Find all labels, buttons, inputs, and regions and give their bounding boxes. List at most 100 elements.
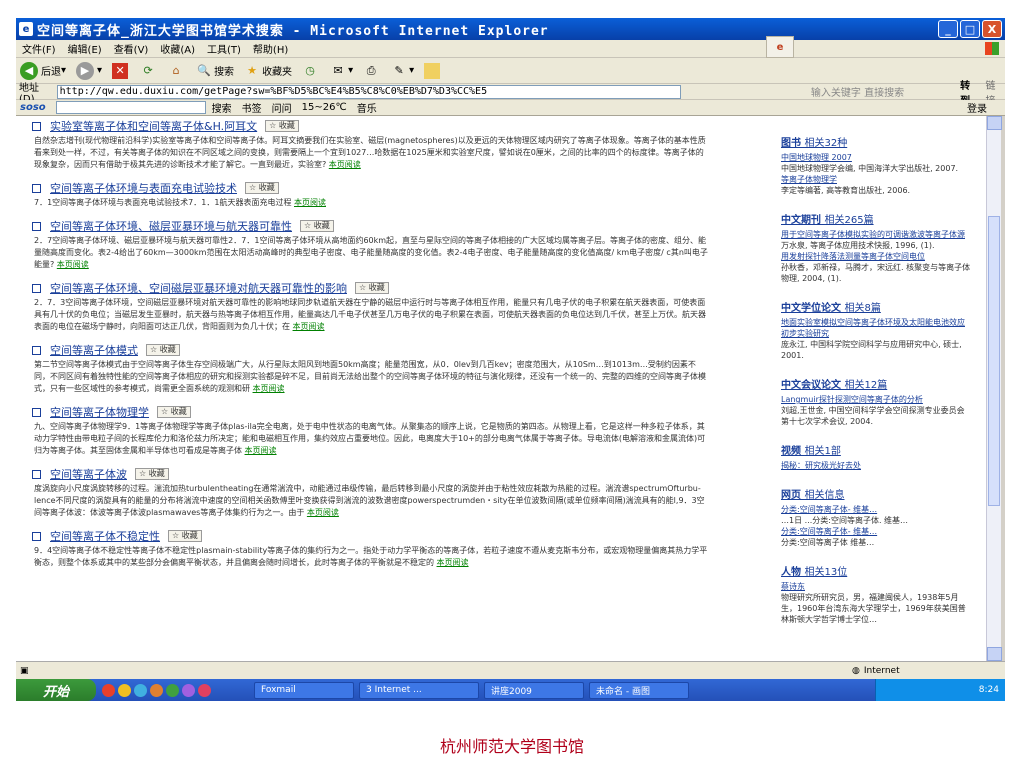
- task-paint[interactable]: 未命名 - 画图: [589, 681, 689, 699]
- sidebar-item-link[interactable]: 用于空间等离子体模拟实验的可调谐激波等离子体源: [781, 229, 971, 240]
- favorite-button[interactable]: ☆ 收藏: [168, 530, 202, 542]
- back-button[interactable]: ◀ 后退 ▾: [20, 61, 66, 80]
- menu-view[interactable]: 查看(V): [114, 41, 149, 56]
- history-button[interactable]: ◷: [302, 63, 320, 79]
- result-checkbox[interactable]: [32, 121, 41, 131]
- edit-button[interactable]: ✎ ▾: [391, 63, 414, 79]
- task-internet[interactable]: 3 Internet ...: [359, 681, 479, 699]
- result-title-link[interactable]: 实验室等离子体和空间等离子体&H.阿耳文: [50, 118, 257, 134]
- soso-login[interactable]: 登录: [967, 100, 987, 115]
- folder-button[interactable]: [424, 62, 442, 79]
- sidebar-item-link[interactable]: 等离子体物理学: [781, 174, 971, 185]
- result-title-link[interactable]: 空间等离子体模式: [50, 342, 138, 358]
- task-lecture[interactable]: 讲座2009: [484, 681, 584, 699]
- sidebar-heading-web[interactable]: 网页 相关信息: [781, 486, 971, 501]
- result-title-link[interactable]: 空间等离子体环境、空间磁层亚暴环境对航天器可靠性的影响: [50, 280, 347, 296]
- result-title-link[interactable]: 空间等离子体环境与表面充电试验技术: [50, 180, 237, 196]
- menu-favorites[interactable]: 收藏(A): [160, 41, 195, 56]
- result-title-link[interactable]: 空间等离子体波: [50, 466, 127, 482]
- read-page-link[interactable]: 本页阅读: [293, 322, 325, 331]
- sidebar-item-link[interactable]: Langmuir探针探测空间等离子体的分析: [781, 394, 971, 405]
- result-checkbox[interactable]: [32, 283, 41, 293]
- result-title-link[interactable]: 空间等离子体环境、磁层亚暴环境与航天器可靠性: [50, 218, 292, 234]
- forward-button[interactable]: ▶ ▾: [76, 61, 102, 80]
- keyword-hint[interactable]: 输入关键字 直接搜索: [811, 84, 952, 99]
- quick-app-icon[interactable]: [182, 683, 195, 697]
- sidebar-heading-theses[interactable]: 中文学位论文 相关8篇: [781, 299, 971, 314]
- result-checkbox[interactable]: [32, 469, 41, 479]
- soso-music[interactable]: 音乐: [357, 100, 377, 115]
- favorite-button[interactable]: ☆ 收藏: [300, 220, 334, 232]
- read-page-link[interactable]: 本页阅读: [437, 558, 469, 567]
- result-title-link[interactable]: 空间等离子体物理学: [50, 404, 149, 420]
- print-button[interactable]: ⎙: [363, 63, 381, 79]
- vertical-scrollbar[interactable]: [986, 116, 1002, 661]
- scroll-thumb[interactable]: [988, 216, 1000, 506]
- quick-app-icon[interactable]: [118, 683, 131, 697]
- result-snippet: 2．7空间等离子体环境、磁层亚暴环境与航天器可靠性2．7．1空间等离子体环境从高…: [34, 235, 710, 271]
- sidebar-heading-conf[interactable]: 中文会议论文 相关12篇: [781, 376, 971, 391]
- sidebar-heading-video[interactable]: 视频 相关1部: [781, 442, 971, 457]
- result-title-link[interactable]: 空间等离子体不稳定性: [50, 528, 160, 544]
- address-input[interactable]: http://qw.edu.duxiu.com/getPage?sw=%BF%D…: [56, 84, 681, 99]
- mail-button[interactable]: ✉ ▾: [330, 63, 353, 79]
- sidebar-heading-books[interactable]: 图书 相关32种: [781, 134, 971, 149]
- soso-ask[interactable]: 问问: [272, 100, 292, 115]
- scroll-up-arrow[interactable]: [987, 116, 1002, 130]
- close-button[interactable]: X: [982, 20, 1002, 38]
- read-page-link[interactable]: 本页阅读: [253, 384, 285, 393]
- soso-weather[interactable]: 15~26℃: [302, 102, 347, 113]
- search-button[interactable]: 🔍 搜索: [196, 63, 234, 79]
- favorite-button[interactable]: ☆ 收藏: [245, 182, 279, 194]
- soso-search-input[interactable]: [55, 101, 206, 114]
- start-button[interactable]: 开始: [16, 679, 96, 701]
- quick-app-icon[interactable]: [102, 683, 115, 697]
- clock: 8:24: [978, 685, 999, 695]
- result-checkbox[interactable]: [32, 345, 41, 355]
- read-page-link[interactable]: 本页阅读: [245, 446, 277, 455]
- home-button[interactable]: ⌂: [168, 63, 186, 79]
- read-page-link[interactable]: 本页阅读: [57, 260, 89, 269]
- menu-edit[interactable]: 编辑(E): [68, 41, 102, 56]
- sidebar-item-link[interactable]: 分类:空间等离子体- 维基…: [781, 504, 971, 515]
- menu-tools[interactable]: 工具(T): [207, 41, 241, 56]
- read-page-link[interactable]: 本页阅读: [294, 198, 326, 207]
- minimize-button[interactable]: _: [938, 20, 958, 38]
- scroll-down-arrow[interactable]: [987, 647, 1002, 661]
- favorite-button[interactable]: ☆ 收藏: [146, 344, 180, 356]
- sidebar-item-text: …1日 ...分类:空间等离子体. 维基…: [781, 516, 909, 525]
- sidebar-item-link[interactable]: 中国地球物理 2007: [781, 152, 971, 163]
- favorite-button[interactable]: ☆ 收藏: [135, 468, 169, 480]
- quick-app-icon[interactable]: [134, 683, 147, 697]
- result-checkbox[interactable]: [32, 407, 41, 417]
- read-page-link[interactable]: 本页阅读: [329, 160, 361, 169]
- quick-app-icon[interactable]: [198, 683, 211, 697]
- task-foxmail[interactable]: Foxmail: [254, 681, 354, 699]
- sidebar-item-link[interactable]: 分类:空间等离子体- 维基…: [781, 526, 971, 537]
- sidebar-item-link[interactable]: 地面实验室模拟空间等离子体环境及太阳能电池效应初步实验研究: [781, 317, 971, 339]
- favorite-button[interactable]: ☆ 收藏: [265, 120, 299, 132]
- result-checkbox[interactable]: [32, 221, 41, 231]
- maximize-button[interactable]: □: [960, 20, 980, 38]
- favorite-button[interactable]: ☆ 收藏: [157, 406, 191, 418]
- quick-app-icon[interactable]: [166, 683, 179, 697]
- sidebar-item-link[interactable]: 揭秘：研究极光好去处: [781, 460, 971, 471]
- read-page-link[interactable]: 本页阅读: [307, 508, 339, 517]
- sidebar-item-link[interactable]: 用发射探针降落法测量等离子体空间电位: [781, 251, 971, 262]
- stop-button[interactable]: ✕: [112, 62, 130, 79]
- sidebar-heading-people[interactable]: 人物 相关13位: [781, 563, 971, 578]
- result-checkbox[interactable]: [32, 531, 41, 541]
- favorite-button[interactable]: ☆ 收藏: [355, 282, 389, 294]
- soso-bookmarks[interactable]: 书签: [242, 100, 262, 115]
- refresh-button[interactable]: ⟳: [140, 63, 158, 79]
- soso-search-button[interactable]: 搜索: [212, 100, 232, 115]
- menu-help[interactable]: 帮助(H): [253, 41, 288, 56]
- sidebar-heading-journals[interactable]: 中文期刊 相关265篇: [781, 211, 971, 226]
- quick-app-icon[interactable]: [150, 683, 163, 697]
- favorites-button[interactable]: ★ 收藏夹: [244, 63, 292, 79]
- menu-file[interactable]: 文件(F): [22, 41, 56, 56]
- globe-icon: ◍: [852, 665, 860, 676]
- sidebar-heading-count: 相关13位: [804, 567, 848, 578]
- sidebar-item-link[interactable]: 蔡诗东: [781, 581, 971, 592]
- result-checkbox[interactable]: [32, 183, 41, 193]
